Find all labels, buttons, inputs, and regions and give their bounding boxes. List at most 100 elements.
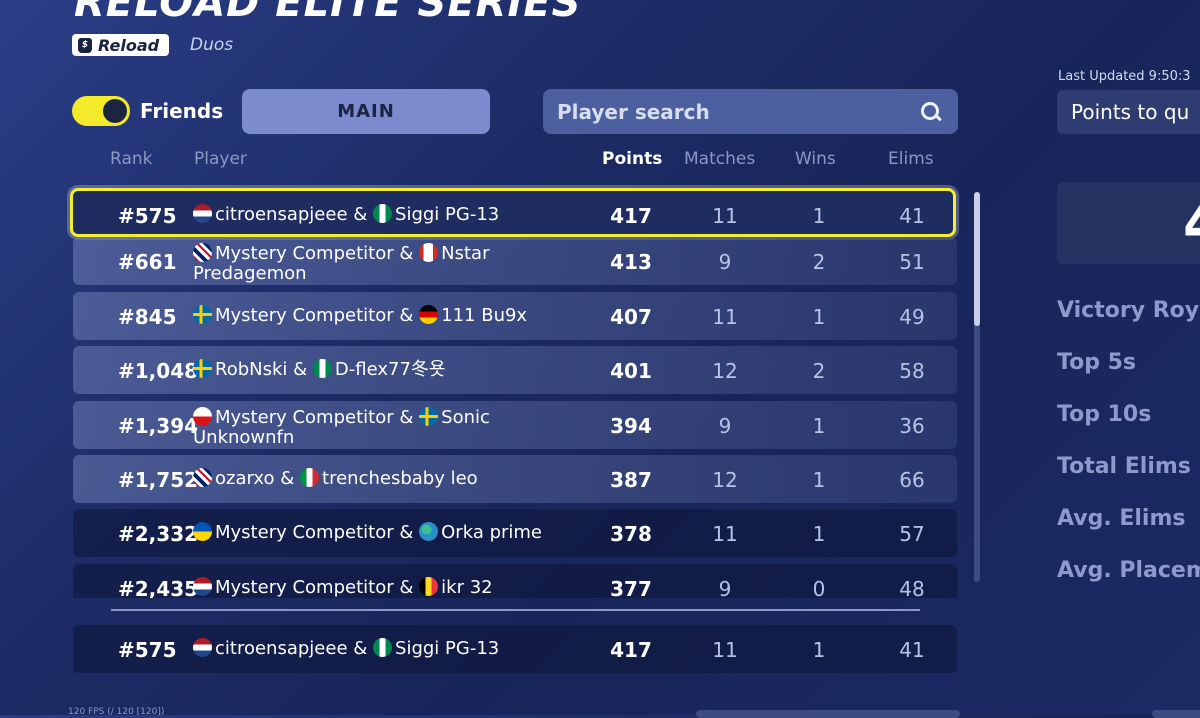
- team-separator: &: [399, 304, 414, 326]
- rank-value: #1,752: [118, 468, 199, 492]
- player2-name: trenchesbaby leo: [322, 468, 478, 489]
- wins-value: 2: [812, 359, 826, 384]
- stats-highlight-value: 4: [1183, 192, 1200, 257]
- matches-value: 11: [712, 638, 738, 662]
- leaderboard-row[interactable]: #845 Mystery Competitor & 111 Bu9x 407 11 1 4…: [73, 291, 957, 340]
- stat-label: Top 10s: [1057, 402, 1152, 427]
- player1-name: RobNski: [215, 359, 288, 381]
- points-value: 417: [610, 204, 652, 228]
- team-separator: &: [399, 406, 414, 428]
- matches-value: 12: [712, 468, 738, 492]
- wins-value: 1: [812, 468, 826, 492]
- stats-highlight-box: 4: [1057, 182, 1200, 264]
- elims-value: 49: [899, 304, 925, 329]
- matches-value: 9: [718, 250, 732, 275]
- leaderboard-list[interactable]: #575 citroensapjeee & Siggi PG-13 417 11 1 41…: [0, 180, 970, 598]
- flag-sweden-icon: [193, 304, 212, 324]
- page-title: RELOAD ELITE SERIES: [74, 0, 582, 26]
- column-header-matches[interactable]: Matches: [684, 148, 755, 170]
- team-names: Mystery Competitor & Orka prime: [193, 522, 553, 543]
- rank-value: #661: [118, 250, 177, 275]
- points-value: 378: [610, 522, 652, 547]
- wins-value: 1: [812, 204, 826, 228]
- stat-label: Top 5s: [1057, 350, 1137, 375]
- player2-name: Siggi PG-13: [395, 638, 500, 659]
- flag-sweden-icon: [193, 359, 212, 379]
- player1-name: Mystery Competitor: [215, 522, 394, 544]
- rank-value: #1,394: [118, 413, 199, 438]
- leaderboard-row-pinned-own[interactable]: #575 citroensapjeee & Siggi PG-13 417 11 1 41: [73, 625, 957, 673]
- wins-value: 1: [812, 304, 826, 329]
- leaderboard-row[interactable]: #1,394 Mystery Competitor & Sonic Unknown…: [73, 400, 957, 449]
- leaderboard-row[interactable]: #2,332 Mystery Competitor & Orka prime 378…: [73, 509, 957, 558]
- search-icon[interactable]: [920, 101, 942, 123]
- flag-netherlands-icon: [193, 638, 212, 657]
- bottom-button-right[interactable]: [1152, 710, 1200, 718]
- player-search-input[interactable]: Player search: [543, 89, 958, 134]
- flag-globe-icon: [419, 522, 439, 542]
- points-value: 401: [610, 359, 652, 384]
- flag-united-kingdom-icon: [193, 243, 212, 263]
- rank-value: #2,332: [118, 522, 199, 547]
- toggle-knob: [103, 99, 127, 123]
- leaderboard-row[interactable]: #2,435 Mystery Competitor & ikr 32 377 9 0 48: [73, 563, 957, 598]
- team-names: citroensapjeee & Siggi PG-13: [193, 638, 553, 659]
- flag-united-kingdom-icon: [193, 468, 212, 487]
- team-names: Mystery Competitor & 111 Bu9x: [193, 304, 553, 326]
- bottom-button-left[interactable]: [696, 710, 960, 718]
- team-separator: &: [399, 576, 414, 598]
- wins-value: 0: [812, 576, 826, 598]
- wins-value: 1: [812, 522, 826, 547]
- points-value: 387: [610, 468, 652, 492]
- matches-value: 9: [718, 413, 732, 438]
- team-names: Mystery Competitor & Nstar Predagemon: [193, 243, 553, 284]
- mode-badge-label: Reload: [98, 35, 160, 55]
- column-header-wins[interactable]: Wins: [795, 148, 836, 170]
- team-separator: &: [399, 243, 414, 265]
- player2-name: Orka prime: [441, 522, 543, 544]
- player1-name: citroensapjeee: [215, 204, 348, 225]
- team-names: Mystery Competitor & Sonic Unknownfn: [193, 406, 553, 448]
- player2-name: D-flex77冬욧: [334, 359, 446, 381]
- matches-value: 12: [712, 359, 738, 384]
- matches-value: 11: [712, 522, 738, 547]
- mode-subtitle: Duos: [190, 35, 234, 55]
- rank-value: #1,048: [118, 359, 199, 384]
- elims-value: 36: [899, 413, 925, 438]
- player2-name: 111 Bu9x: [441, 304, 528, 326]
- flag-nigeria-icon: [373, 204, 393, 223]
- elims-value: 41: [899, 638, 925, 662]
- stat-label: Avg. Elims: [1057, 506, 1186, 531]
- team-separator: &: [353, 204, 368, 225]
- stat-label: Total Elims: [1057, 454, 1191, 479]
- team-names: Mystery Competitor & ikr 32: [193, 576, 553, 598]
- last-updated-label: Last Updated 9:50:3: [1058, 69, 1191, 84]
- rank-value: #2,435: [118, 576, 199, 598]
- elims-value: 66: [899, 468, 925, 492]
- flag-nigeria-icon: [312, 359, 332, 379]
- divider: [111, 609, 920, 611]
- main-button[interactable]: MAIN: [242, 89, 490, 134]
- flag-nigeria-icon: [373, 638, 393, 657]
- elims-value: 48: [899, 576, 925, 598]
- money-bag-icon: $: [78, 37, 92, 53]
- column-header-points[interactable]: Points: [602, 148, 662, 170]
- rank-value: #845: [118, 304, 177, 329]
- stat-label: Victory Roya: [1057, 298, 1200, 323]
- flag-sweden-icon: [419, 406, 439, 426]
- friends-toggle[interactable]: [72, 96, 130, 126]
- leaderboard-row[interactable]: #1,048 RobNski & D-flex77冬욧 401 12 2 58: [73, 346, 957, 395]
- points-value: 394: [610, 413, 652, 438]
- points-to-qualify-select[interactable]: Points to qu: [1057, 90, 1200, 134]
- rank-value: #575: [118, 204, 177, 228]
- elims-value: 58: [899, 359, 925, 384]
- player1-name: Mystery Competitor: [215, 243, 394, 265]
- leaderboard-row[interactable]: #661 Mystery Competitor & Nstar Predagemo…: [73, 237, 957, 286]
- elims-value: 41: [899, 204, 925, 228]
- leaderboard-row-highlighted[interactable]: #575 citroensapjeee & Siggi PG-13 417 11 1 41: [70, 188, 956, 237]
- flag-netherlands-icon: [193, 204, 212, 223]
- scrollbar-thumb[interactable]: [974, 192, 980, 326]
- leaderboard-row[interactable]: #1,752 ozarxo & trenchesbaby leo 387 12 1 66: [73, 455, 957, 503]
- column-header-elims[interactable]: Elims: [888, 148, 934, 170]
- flag-czech-republic-icon: [193, 406, 212, 426]
